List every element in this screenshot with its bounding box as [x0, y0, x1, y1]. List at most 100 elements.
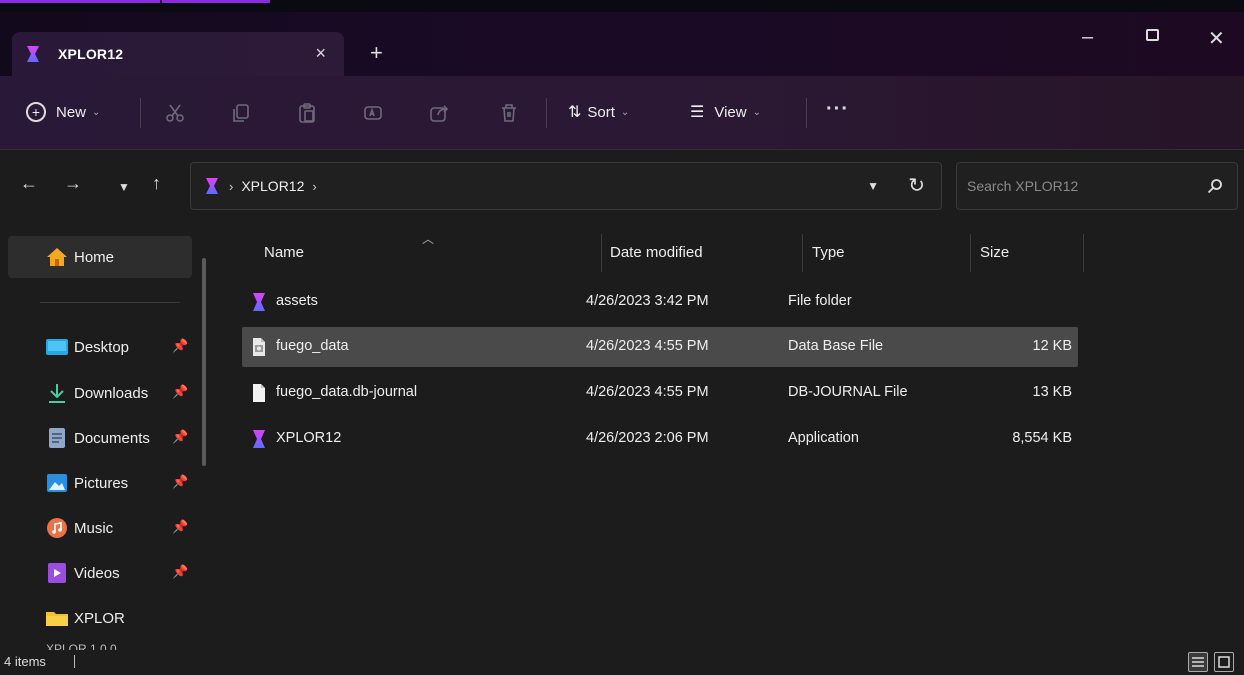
forward-arrow-icon[interactable]: → [64, 174, 82, 192]
tiles-view-icon[interactable] [1214, 652, 1234, 672]
paste-icon[interactable] [296, 102, 318, 124]
sidebar-item-music[interactable]: Music [46, 513, 113, 543]
file-explorer-window: XPLOR12 × + – ✕ + New ⌄ ⇅ Sort ⌄ ☰ View … [0, 12, 1244, 675]
file-type: Data Base File [788, 338, 884, 354]
tab-xplor12[interactable]: XPLOR12 × [12, 32, 344, 76]
table-row-selected[interactable]: fuego_data 4/26/2023 4:55 PM Data Base F… [242, 327, 1078, 367]
column-header-name[interactable]: Name [264, 244, 304, 261]
sidebar-item-label: Videos [74, 564, 120, 582]
file-size: 13 KB [1032, 384, 1073, 400]
details-view-icon[interactable] [1188, 652, 1208, 672]
breadcrumb-xplor12[interactable]: XPLOR12 [241, 178, 304, 194]
up-arrow-icon[interactable]: ↑ [152, 174, 161, 192]
file-list: ︿ Name Date modified Type Size assets 4/… [218, 222, 1244, 662]
column-header-size[interactable]: Size [980, 244, 1009, 261]
blank-file-icon [253, 384, 265, 402]
navigation-pane: Home Desktop 📌 Downloads 📌 Documents 📌 P… [0, 222, 215, 662]
refresh-icon[interactable]: ↻ [908, 173, 925, 198]
column-divider[interactable] [1083, 234, 1084, 272]
column-divider[interactable] [601, 234, 602, 272]
column-divider[interactable] [802, 234, 803, 272]
file-date: 4/26/2023 2:06 PM [586, 430, 709, 446]
sidebar-item-label: Music [74, 519, 114, 537]
copy-icon[interactable] [230, 102, 252, 124]
sidebar-item-label: Desktop [74, 338, 130, 356]
sidebar-item-documents[interactable]: Documents [46, 423, 150, 453]
pin-icon[interactable]: 📌 [172, 474, 188, 490]
sidebar-scrollbar[interactable] [202, 258, 206, 466]
file-date: 4/26/2023 4:55 PM [586, 384, 709, 400]
tab-title: XPLOR12 [58, 46, 124, 62]
rename-icon[interactable] [362, 102, 384, 124]
xplor-app-icon [253, 293, 265, 311]
recent-locations-chevron-icon[interactable]: ▼ [118, 178, 130, 196]
search-input[interactable] [967, 175, 1187, 197]
sort-button[interactable]: ⇅ Sort ⌄ [568, 102, 629, 122]
title-bar: XPLOR12 × + – ✕ [0, 12, 1244, 76]
sidebar-item-xplor[interactable]: XPLOR [46, 603, 125, 633]
column-header-date[interactable]: Date modified [610, 244, 703, 261]
close-window-icon[interactable]: ✕ [1208, 26, 1225, 51]
search-icon[interactable] [1207, 178, 1223, 194]
accent-bar [0, 0, 270, 3]
top-strip [0, 0, 1244, 12]
toolbar-divider [806, 98, 807, 128]
breadcrumb-separator: › [229, 178, 234, 194]
search-box[interactable] [956, 162, 1238, 210]
sidebar-item-home[interactable]: Home [8, 236, 192, 278]
sidebar-item-pictures[interactable]: Pictures [46, 468, 128, 498]
back-arrow-icon[interactable]: ← [20, 174, 38, 192]
cut-icon[interactable] [164, 102, 186, 124]
videos-icon [46, 563, 68, 583]
file-date: 4/26/2023 4:55 PM [586, 338, 709, 354]
pin-icon[interactable]: 📌 [172, 519, 188, 535]
sort-ascending-icon: ︿ [422, 232, 435, 246]
desktop-icon [46, 338, 68, 356]
download-icon [46, 384, 68, 403]
sort-arrows-icon: ⇅ [568, 104, 582, 121]
address-history-chevron-icon[interactable]: ▼ [867, 179, 879, 193]
pin-icon[interactable]: 📌 [172, 338, 188, 354]
file-icon [253, 338, 265, 356]
file-name: assets [276, 293, 318, 309]
folder-icon [46, 609, 68, 627]
sidebar-item-label: Pictures [74, 474, 129, 492]
sidebar-item-downloads[interactable]: Downloads [46, 378, 148, 408]
close-tab-icon[interactable]: × [315, 44, 326, 62]
new-tab-icon[interactable]: + [370, 42, 383, 64]
maximize-icon[interactable] [1146, 29, 1159, 41]
table-row[interactable]: fuego_data.db-journal 4/26/2023 4:55 PM … [242, 373, 1078, 413]
file-date: 4/26/2023 3:42 PM [586, 293, 709, 309]
music-icon [46, 518, 68, 538]
view-button[interactable]: ☰ View ⌄ [690, 102, 761, 122]
file-type: DB-JOURNAL File [788, 384, 908, 400]
file-type: File folder [788, 293, 852, 309]
pictures-icon [46, 474, 68, 492]
new-button[interactable]: + New ⌄ [26, 102, 100, 122]
pin-icon[interactable]: 📌 [172, 429, 188, 445]
pin-icon[interactable]: 📌 [172, 384, 188, 400]
share-icon[interactable] [428, 102, 450, 124]
sidebar-item-videos[interactable]: Videos [46, 558, 120, 588]
address-bar[interactable]: › XPLOR12 › ▼ ↻ [190, 162, 942, 210]
file-size: 12 KB [1032, 338, 1073, 354]
more-options-icon[interactable]: ··· [826, 98, 849, 121]
toolbar-divider [140, 98, 141, 128]
table-row[interactable]: assets 4/26/2023 3:42 PM File folder [242, 282, 1078, 322]
accent-divider [160, 0, 162, 3]
status-bar: 4 items [0, 650, 1244, 675]
delete-icon[interactable] [498, 102, 520, 124]
sidebar-item-desktop[interactable]: Desktop [46, 332, 129, 362]
home-label: Home [74, 248, 115, 266]
column-divider[interactable] [970, 234, 971, 272]
column-header-type[interactable]: Type [812, 244, 845, 261]
toolbar-divider [546, 98, 547, 128]
pin-icon[interactable]: 📌 [172, 564, 188, 580]
table-row[interactable]: XPLOR12 4/26/2023 2:06 PM Application 8,… [242, 419, 1078, 459]
minimize-icon[interactable]: – [1082, 26, 1093, 49]
xplor-app-icon [206, 178, 218, 194]
sidebar-item-xplor-1-0-0[interactable]: XPLOR 1.0.0 [46, 642, 117, 650]
breadcrumb-chevron-icon[interactable]: › [312, 179, 316, 194]
chevron-down-icon: ⌄ [752, 106, 761, 118]
command-bar: + New ⌄ ⇅ Sort ⌄ ☰ View ⌄ ··· [0, 76, 1244, 150]
